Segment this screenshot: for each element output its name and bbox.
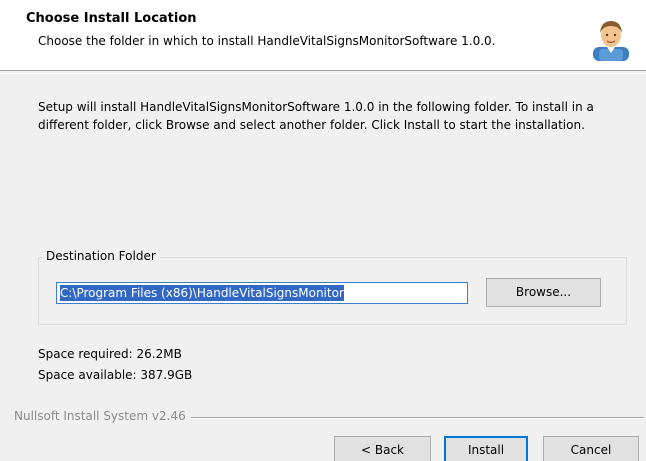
header-divider	[0, 70, 646, 74]
page-title: Choose Install Location	[26, 11, 197, 26]
space-required: Space required: 26.2MB	[38, 347, 182, 361]
back-button[interactable]: < Back	[334, 436, 431, 461]
install-description: Setup will install HandleVitalSignsMonit…	[38, 100, 594, 132]
browse-button[interactable]: Browse...	[486, 278, 601, 307]
header-panel: Choose Install Location Choose the folde…	[0, 0, 646, 70]
installer-dialog: Choose Install Location Choose the folde…	[0, 0, 646, 461]
destination-path-value: C:\Program Files (x86)\HandleVitalSignsM…	[60, 285, 344, 301]
installer-branding: Nullsoft Install System v2.46	[14, 409, 191, 423]
destination-folder-label: Destination Folder	[42, 249, 160, 263]
install-button[interactable]: Install	[444, 436, 528, 461]
page-subtitle: Choose the folder in which to install Ha…	[38, 34, 496, 48]
destination-path-input[interactable]: C:\Program Files (x86)\HandleVitalSignsM…	[56, 282, 468, 304]
space-available: Space available: 387.9GB	[38, 368, 193, 382]
cancel-button[interactable]: Cancel	[543, 436, 639, 461]
installer-user-icon	[593, 21, 629, 61]
